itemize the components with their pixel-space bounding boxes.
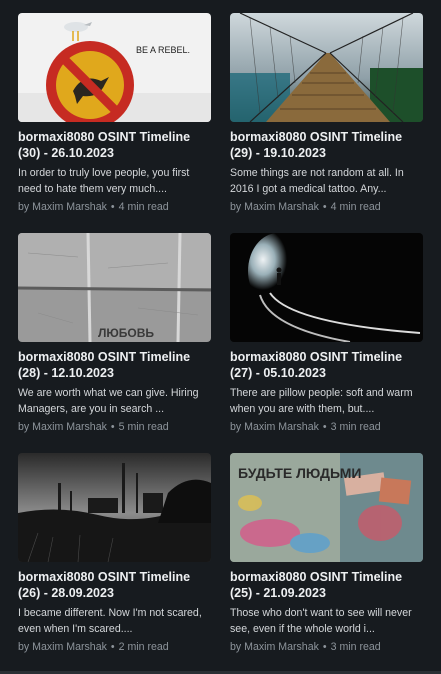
no-bird-sign-icon: BE A REBEL. bbox=[18, 13, 211, 122]
post-meta: by Maxim Marshak • 2 min read bbox=[18, 640, 211, 654]
post-author[interactable]: by Maxim Marshak bbox=[230, 421, 319, 433]
post-card[interactable]: БУДЬТЕ ЛЮДЬМИ bormaxi8080 OSINT Timeline… bbox=[230, 453, 423, 673]
post-card[interactable]: ЛЮБОВЬ bormaxi8080 OSINT Timeline (28) -… bbox=[18, 233, 211, 453]
post-excerpt: Those who don't want to see will never s… bbox=[230, 607, 412, 635]
post-title[interactable]: bormaxi8080 OSINT Timeline (30) - 26.10.… bbox=[18, 129, 211, 161]
post-read-time: 4 min read bbox=[330, 201, 381, 213]
post-author[interactable]: by Maxim Marshak bbox=[18, 421, 107, 433]
graffiti-wall-image: БУДЬТЕ ЛЮДЬМИ bbox=[230, 453, 423, 562]
post-author[interactable]: by Maxim Marshak bbox=[230, 641, 319, 653]
post-excerpt: In order to truly love people, you first… bbox=[18, 167, 190, 195]
post-title[interactable]: bormaxi8080 OSINT Timeline (25) - 21.09.… bbox=[230, 569, 423, 601]
post-excerpt: Some things are not random at all. In 20… bbox=[230, 167, 404, 195]
post-meta: by Maxim Marshak • 4 min read bbox=[18, 200, 211, 214]
post-author[interactable]: by Maxim Marshak bbox=[18, 641, 107, 653]
post-thumbnail[interactable] bbox=[230, 13, 423, 122]
image-caption: БУДЬТЕ ЛЮДЬМИ bbox=[238, 465, 361, 481]
tunnel-railway-image bbox=[230, 233, 423, 342]
post-read-time: 2 min read bbox=[118, 641, 169, 653]
post-thumbnail[interactable]: БУДЬТЕ ЛЮДЬМИ bbox=[230, 453, 423, 562]
post-title[interactable]: bormaxi8080 OSINT Timeline (29) - 19.10.… bbox=[230, 129, 423, 161]
post-thumbnail[interactable]: BE A REBEL. bbox=[18, 13, 211, 122]
post-card[interactable]: bormaxi8080 OSINT Timeline (27) - 05.10.… bbox=[230, 233, 423, 453]
post-title[interactable]: bormaxi8080 OSINT Timeline (26) - 28.09.… bbox=[18, 569, 211, 601]
post-excerpt: There are pillow people: soft and warm w… bbox=[230, 387, 413, 415]
post-read-time: 3 min read bbox=[330, 641, 381, 653]
post-card[interactable]: bormaxi8080 OSINT Timeline (29) - 19.10.… bbox=[230, 13, 423, 233]
post-card[interactable]: BE A REBEL. bormaxi8080 OSINT Timeline (… bbox=[18, 13, 211, 233]
post-author[interactable]: by Maxim Marshak bbox=[230, 201, 319, 213]
post-title[interactable]: bormaxi8080 OSINT Timeline (28) - 12.10.… bbox=[18, 349, 211, 381]
separator-dot: • bbox=[110, 641, 115, 653]
post-excerpt: We are worth what we can give. Hiring Ma… bbox=[18, 387, 199, 415]
industrial-landscape-image bbox=[18, 453, 211, 562]
rope-bridge-image bbox=[230, 13, 423, 122]
post-card[interactable]: bormaxi8080 OSINT Timeline (26) - 28.09.… bbox=[18, 453, 211, 673]
post-thumbnail[interactable] bbox=[230, 233, 423, 342]
post-meta: by Maxim Marshak • 3 min read bbox=[230, 640, 423, 654]
separator-dot: • bbox=[110, 421, 115, 433]
post-title[interactable]: bormaxi8080 OSINT Timeline (27) - 05.10.… bbox=[230, 349, 423, 381]
post-meta: by Maxim Marshak • 5 min read bbox=[18, 420, 211, 434]
image-caption: ЛЮБОВЬ bbox=[98, 326, 154, 340]
post-read-time: 3 min read bbox=[330, 421, 381, 433]
separator-dot: • bbox=[322, 641, 327, 653]
post-author[interactable]: by Maxim Marshak bbox=[18, 201, 107, 213]
post-grid: BE A REBEL. bormaxi8080 OSINT Timeline (… bbox=[18, 13, 423, 673]
post-thumbnail[interactable]: ЛЮБОВЬ bbox=[18, 233, 211, 342]
post-excerpt: I became different. Now I'm not scared, … bbox=[18, 607, 202, 635]
separator-dot: • bbox=[322, 421, 327, 433]
separator-dot: • bbox=[322, 201, 327, 213]
image-caption: BE A REBEL. bbox=[136, 45, 190, 55]
post-read-time: 4 min read bbox=[118, 201, 169, 213]
post-thumbnail[interactable] bbox=[18, 453, 211, 562]
post-meta: by Maxim Marshak • 4 min read bbox=[230, 200, 423, 214]
separator-dot: • bbox=[110, 201, 115, 213]
post-meta: by Maxim Marshak • 3 min read bbox=[230, 420, 423, 434]
post-read-time: 5 min read bbox=[118, 421, 169, 433]
concrete-wall-image: ЛЮБОВЬ bbox=[18, 233, 211, 342]
